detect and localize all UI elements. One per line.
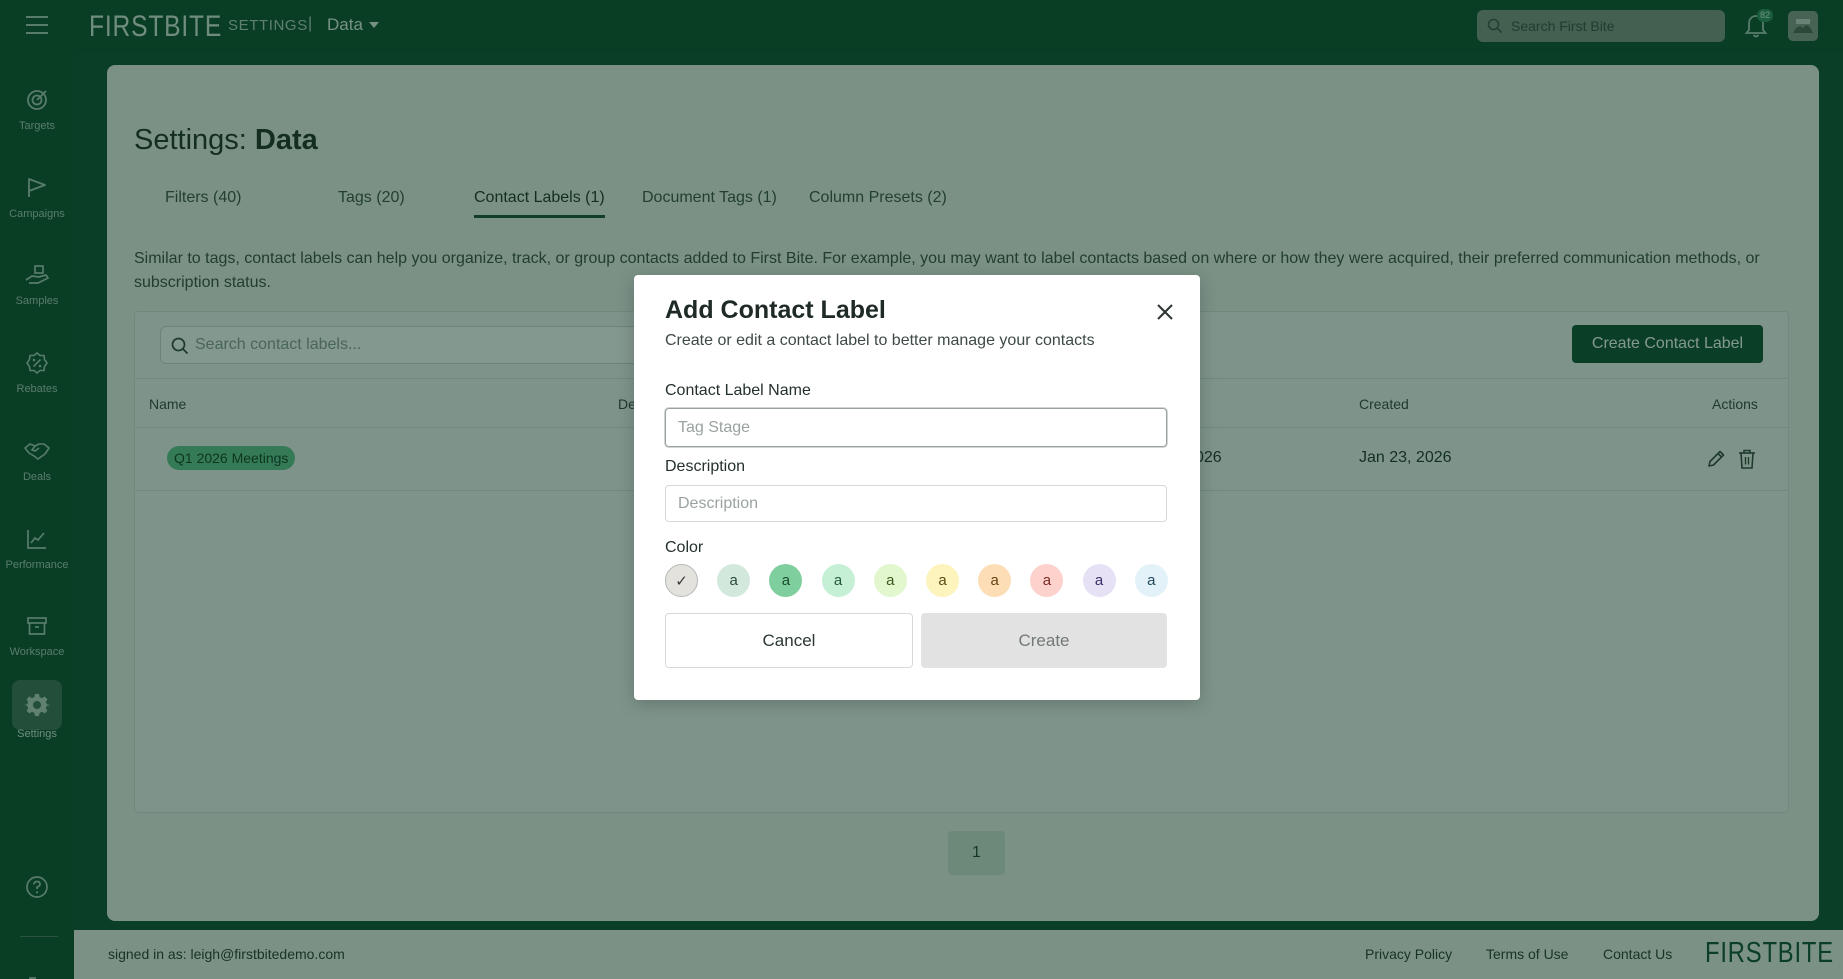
color-swatch[interactable]: a bbox=[1082, 564, 1116, 597]
description-label: Description bbox=[665, 458, 746, 475]
contact-label-name-input[interactable]: Tag Stage bbox=[665, 408, 1167, 447]
color-swatch[interactable]: a bbox=[1030, 564, 1064, 597]
color-swatch[interactable]: a bbox=[1134, 564, 1168, 597]
cancel-button[interactable]: Cancel bbox=[665, 613, 913, 668]
color-label: Color bbox=[665, 539, 704, 556]
color-swatch[interactable]: a bbox=[769, 564, 803, 597]
description-placeholder: Description bbox=[678, 494, 759, 512]
add-contact-label-modal: Add Contact Label Create or edit a conta… bbox=[634, 275, 1200, 700]
color-swatch-selected[interactable]: ✓ bbox=[665, 564, 698, 597]
close-icon[interactable] bbox=[1154, 301, 1176, 323]
description-input[interactable]: Description bbox=[665, 485, 1167, 522]
create-button[interactable]: Create bbox=[921, 613, 1167, 668]
modal-subtitle: Create or edit a contact label to better… bbox=[665, 332, 1095, 349]
color-swatch[interactable]: a bbox=[821, 564, 855, 597]
name-placeholder: Tag Stage bbox=[678, 418, 751, 436]
color-swatch[interactable]: a bbox=[926, 564, 959, 597]
color-swatch[interactable]: a bbox=[717, 564, 751, 597]
modal-title: Add Contact Label bbox=[665, 296, 886, 324]
color-swatch[interactable]: a bbox=[978, 564, 1012, 597]
color-swatch[interactable]: a bbox=[873, 564, 907, 597]
contact-label-name-label: Contact Label Name bbox=[665, 382, 811, 399]
